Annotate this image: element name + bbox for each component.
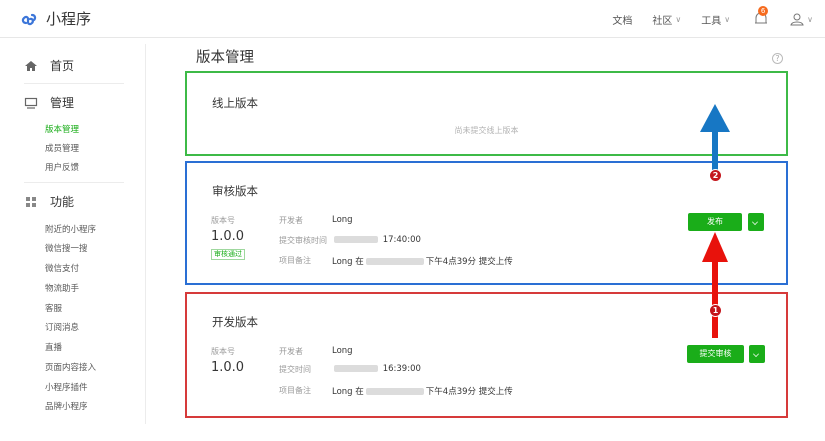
dev-version-title: 开发版本 — [212, 315, 258, 329]
redacted-date — [334, 365, 378, 372]
sidebar-features[interactable]: 功能 — [24, 193, 74, 210]
sidebar-item-brand[interactable]: 品牌小程序 — [45, 400, 88, 412]
online-version-empty: 尚未提交线上版本 — [454, 126, 519, 135]
review-note: Long 在 下午4点39分 提交上传 — [332, 255, 513, 267]
review-note-suffix: 下午4点39分 提交上传 — [425, 257, 513, 267]
review-status-badge: 审核通过 — [211, 249, 245, 260]
chevron-down-icon — [753, 351, 759, 357]
app-logo[interactable]: 小程序 — [20, 8, 91, 29]
submit-review-more-button[interactable] — [749, 345, 765, 363]
top-bar: 小程序 文档 社区 ∨ 工具 ∨ 6 ∨ — [0, 0, 825, 38]
review-submit-time-value: 17:40:00 — [382, 235, 421, 245]
redacted-date — [365, 388, 424, 395]
review-submit-time: 17:40:00 — [332, 235, 421, 245]
top-nav: 文档 社区 ∨ 工具 ∨ 6 ∨ — [592, 6, 813, 28]
dev-submit-time-value: 16:39:00 — [382, 364, 421, 374]
review-version-label: 版本号 — [211, 216, 235, 225]
dev-developer-label: 开发者 — [279, 347, 303, 356]
sidebar-separator — [24, 182, 124, 183]
sidebar-item-page-content[interactable]: 页面内容接入 — [45, 361, 96, 373]
review-note-prefix: Long 在 — [332, 257, 364, 267]
tools-menu[interactable]: 工具 ∨ — [701, 12, 730, 27]
review-version-number: 1.0.0 — [211, 229, 245, 244]
sidebar-manage-label: 管理 — [50, 96, 75, 110]
review-submit-time-label: 提交审核时间 — [279, 236, 327, 245]
dev-note-suffix: 下午4点39分 提交上传 — [425, 387, 513, 397]
chevron-down-icon: ∨ — [675, 14, 682, 24]
review-developer-label: 开发者 — [279, 216, 303, 225]
dev-version-number: 1.0.0 — [211, 360, 245, 375]
chevron-down-icon: ∨ — [724, 14, 731, 24]
chevron-down-icon: ∨ — [807, 14, 813, 24]
user-menu[interactable]: ∨ — [790, 12, 813, 26]
home-icon — [25, 60, 37, 71]
dev-note-label: 项目备注 — [279, 386, 311, 395]
app-name: 小程序 — [46, 10, 92, 28]
sidebar-item-customer-service[interactable]: 客服 — [45, 302, 62, 314]
sidebar-item-live[interactable]: 直播 — [45, 341, 62, 353]
help-icon[interactable]: ? — [772, 53, 783, 64]
user-avatar-icon — [790, 13, 804, 26]
community-label: 社区 — [652, 15, 673, 27]
dev-version-card: 开发版本 版本号 1.0.0 开发者 Long 提交时间 16:39:00 项目… — [185, 292, 788, 418]
step-2-badge: 2 — [709, 169, 722, 182]
redacted-date — [365, 258, 424, 265]
sidebar-features-label: 功能 — [50, 195, 75, 209]
sidebar-item-nearby[interactable]: 附近的小程序 — [45, 223, 96, 235]
page-title: 版本管理 — [196, 50, 254, 66]
sidebar-manage[interactable]: 管理 — [24, 94, 74, 111]
tools-label: 工具 — [701, 15, 722, 27]
dev-submit-time-label: 提交时间 — [279, 365, 311, 374]
online-version-title: 线上版本 — [212, 96, 258, 110]
notification-button[interactable]: 6 — [752, 6, 770, 28]
monitor-icon — [24, 97, 38, 109]
review-developer-value: Long — [332, 215, 353, 225]
sidebar-item-subscribe[interactable]: 订阅消息 — [45, 321, 79, 333]
sidebar-item-logistics[interactable]: 物流助手 — [45, 282, 79, 294]
grid-icon — [26, 196, 36, 207]
sidebar-item-search[interactable]: 微信搜一搜 — [45, 242, 88, 254]
review-note-label: 项目备注 — [279, 256, 311, 265]
submit-review-button[interactable]: 提交审核 — [687, 345, 744, 363]
publish-button[interactable]: 发布 — [688, 213, 742, 231]
sidebar-item-plugins[interactable]: 小程序插件 — [45, 381, 88, 393]
sidebar-item-user-feedback[interactable]: 用户反馈 — [45, 161, 79, 173]
sidebar-home[interactable]: 首页 — [24, 57, 74, 74]
sidebar-item-member-manage[interactable]: 成员管理 — [45, 142, 79, 154]
sidebar-item-pay[interactable]: 微信支付 — [45, 262, 79, 274]
review-version-title: 审核版本 — [212, 184, 258, 198]
chevron-down-icon — [752, 219, 758, 225]
review-version-card: 审核版本 版本号 1.0.0 审核通过 开发者 Long 提交审核时间 17:4… — [185, 161, 788, 285]
sidebar-home-label: 首页 — [50, 59, 75, 73]
step-1-badge: 1 — [709, 304, 722, 317]
community-menu[interactable]: 社区 ∨ — [652, 12, 681, 27]
docs-link[interactable]: 文档 — [612, 12, 632, 27]
redacted-date — [334, 236, 378, 243]
sidebar-divider — [145, 44, 146, 424]
miniprogram-logo-icon — [21, 13, 37, 25]
dev-developer-value: Long — [332, 346, 353, 356]
sidebar-separator — [24, 83, 124, 84]
sidebar-item-version-manage[interactable]: 版本管理 — [45, 123, 79, 135]
online-version-card: 线上版本 尚未提交线上版本 — [185, 71, 788, 156]
dev-version-label: 版本号 — [211, 347, 235, 356]
dev-note-prefix: Long 在 — [332, 387, 364, 397]
dev-note: Long 在 下午4点39分 提交上传 — [332, 385, 513, 397]
dev-submit-time: 16:39:00 — [332, 364, 421, 374]
publish-more-button[interactable] — [748, 213, 764, 231]
